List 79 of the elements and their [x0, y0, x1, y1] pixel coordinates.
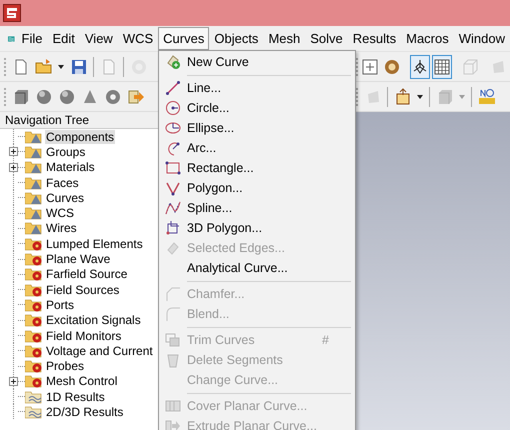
tree-item[interactable]: Farfield Source: [45, 267, 128, 282]
folder-triangle-icon: [25, 176, 43, 190]
rectangle-icon: [165, 160, 181, 176]
folder-gear-icon: [25, 267, 43, 282]
menu-title[interactable]: Mesh: [263, 27, 306, 50]
tree-item[interactable]: Voltage and Current: [45, 344, 154, 358]
menu-title[interactable]: Curves: [158, 27, 210, 50]
menu-item[interactable]: Line...: [159, 78, 355, 98]
folder-triangle-icon: [25, 144, 43, 159]
polygon-icon: [165, 180, 181, 196]
folder-triangle-icon: [25, 190, 43, 205]
folder-triangle-icon: [25, 206, 43, 220]
expand-icon[interactable]: [9, 162, 18, 172]
circle-icon: [165, 100, 181, 116]
app-logo-icon: [3, 4, 21, 22]
tree-item[interactable]: 2D/3D Results: [45, 404, 124, 419]
menu-title[interactable]: Objects: [209, 27, 264, 50]
menu-item[interactable]: Analytical Curve...: [159, 258, 355, 278]
tree-item[interactable]: Plane Wave: [45, 252, 112, 266]
line-icon: [165, 80, 181, 96]
tree-item[interactable]: Ports: [45, 298, 76, 312]
menu-title[interactable]: WCS: [118, 27, 158, 50]
tree-item[interactable]: 1D Results: [45, 390, 106, 404]
tree-item[interactable]: Field Monitors: [45, 328, 122, 342]
menu-title[interactable]: Results: [348, 27, 402, 50]
menu-item[interactable]: 3D Polygon...: [159, 218, 355, 238]
blend-icon: [165, 306, 181, 322]
menu-title[interactable]: File: [16, 27, 48, 50]
folder-gear-icon: [25, 252, 43, 266]
tree-item[interactable]: Lumped Elements: [45, 236, 144, 251]
expand-icon[interactable]: [9, 376, 18, 386]
cover-icon: [165, 398, 181, 414]
extrude-icon: [165, 418, 181, 430]
tree-item[interactable]: Components: [45, 130, 116, 144]
menu-title[interactable]: View: [80, 27, 118, 50]
folder-gear-icon: [25, 313, 43, 328]
menu-title[interactable]: Macros: [401, 27, 454, 50]
menu-title[interactable]: Edit: [47, 27, 80, 50]
tree-item[interactable]: Probes: [45, 359, 86, 374]
folder-gear-icon: [25, 344, 43, 358]
tree-item[interactable]: Wires: [45, 221, 78, 236]
folder-triangle-icon: [25, 221, 43, 236]
polygon-icon: [165, 220, 181, 236]
expand-icon[interactable]: [9, 147, 18, 156]
new-curve-icon: [165, 54, 181, 70]
tree-item[interactable]: Curves: [45, 190, 86, 205]
tree-item[interactable]: Materials: [45, 160, 96, 174]
folder-wave-icon: [25, 390, 43, 404]
folder-gear-icon: [25, 282, 43, 297]
menu-item[interactable]: Rectangle...: [159, 158, 355, 178]
folder-triangle-icon: [25, 130, 43, 144]
folder-gear-icon: [25, 298, 43, 312]
folder-wave-icon: [25, 404, 43, 419]
grid-icon[interactable]: [432, 54, 452, 78]
delete-icon: [165, 352, 181, 368]
folder-gear-icon: [25, 359, 43, 374]
folder-triangle-icon: [25, 160, 43, 174]
folder-gear-icon: [25, 328, 43, 342]
tree-item[interactable]: Groups: [45, 144, 86, 159]
spline-icon: [165, 200, 181, 216]
ellipse-icon: [165, 120, 181, 136]
menu-title[interactable]: Solve: [305, 27, 348, 50]
folder-gear-icon: [25, 236, 43, 251]
trim-icon: [165, 332, 181, 348]
tree-item[interactable]: Mesh Control: [45, 374, 118, 388]
tree-item[interactable]: Faces: [45, 176, 80, 190]
tree-item[interactable]: WCS: [45, 206, 75, 220]
axes-icon[interactable]: [410, 54, 430, 78]
folder-gear-icon: [25, 374, 43, 388]
menu-item[interactable]: Arc...: [159, 138, 355, 158]
menu-item[interactable]: New Curve: [159, 52, 355, 72]
tree-item[interactable]: Excitation Signals: [45, 313, 142, 328]
menu-item[interactable]: Polygon...: [159, 178, 355, 198]
menu-title[interactable]: Window: [454, 27, 510, 50]
tree-item[interactable]: Field Sources: [45, 282, 120, 297]
arc-icon: [165, 140, 181, 156]
chamfer-icon: [165, 286, 181, 302]
menu-item[interactable]: Spline...: [159, 198, 355, 218]
edges-icon: [165, 240, 181, 256]
